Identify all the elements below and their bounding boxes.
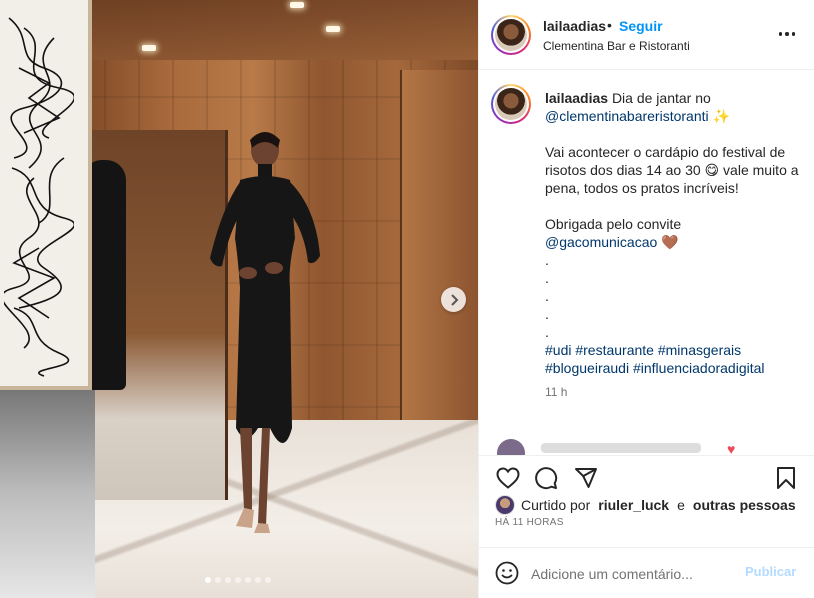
post-time: HÁ 11 HORAS: [495, 517, 564, 528]
post-side-panel: lailaadias • Seguir Clementina Bar e Ris…: [478, 0, 814, 598]
smiley-icon: [495, 561, 519, 584]
carousel-dot: [255, 577, 261, 583]
caption-text: Obrigada pelo convite: [545, 216, 682, 232]
bookmark-icon: [777, 467, 795, 489]
comment-text-placeholder: [541, 443, 701, 453]
share-button[interactable]: [569, 461, 603, 495]
wood-panel: [400, 70, 478, 450]
hashtag-link[interactable]: #minasgerais: [658, 342, 741, 358]
hashtag-link[interactable]: #udi: [545, 342, 571, 358]
emoji-button[interactable]: [493, 560, 521, 588]
author-avatar[interactable]: [491, 15, 531, 55]
commenter-avatar[interactable]: [497, 439, 525, 455]
post-header: lailaadias • Seguir Clementina Bar e Ris…: [479, 0, 814, 70]
caption-dot: .: [545, 270, 549, 286]
comments-area: lailaadias Dia de jantar no @clementinab…: [479, 71, 814, 455]
carousel-next-button[interactable]: [441, 287, 466, 312]
yum-emoji: 😋: [704, 162, 720, 178]
separator-dot: •: [607, 17, 612, 33]
sparkles-emoji: ✨: [712, 108, 730, 124]
more-options-button[interactable]: [775, 24, 799, 44]
comment-icon: [535, 467, 558, 490]
mention-link[interactable]: @clementinabareristoranti: [545, 108, 709, 124]
save-button[interactable]: [769, 461, 803, 495]
likes-others-link[interactable]: outras pessoas: [693, 497, 796, 513]
caption-author-avatar[interactable]: [491, 84, 531, 124]
brown-heart-emoji: 🤎: [661, 234, 679, 250]
hashtag-link[interactable]: #restaurante: [575, 342, 654, 358]
location-link[interactable]: Clementina Bar e Ristoranti: [543, 39, 690, 53]
likes-conj: e: [677, 497, 685, 513]
caption-dot: .: [545, 324, 549, 340]
caption-dot: .: [545, 252, 549, 268]
chevron-right-icon: [450, 293, 458, 306]
liker-username[interactable]: riuler_luck: [598, 497, 669, 513]
ceiling-light: [142, 45, 156, 51]
more-horizontal-icon: [778, 32, 796, 36]
mention-link[interactable]: @gacomunicacao: [545, 234, 657, 250]
post-image[interactable]: [0, 0, 478, 598]
share-icon: [575, 468, 597, 488]
ceiling-light: [326, 26, 340, 32]
caption-time: 11 h: [545, 385, 568, 399]
likes-prefix: Curtido por: [521, 497, 591, 513]
next-comment-peek: ♥: [497, 439, 797, 455]
author-username[interactable]: lailaadias: [543, 18, 606, 34]
wall-artwork: [0, 0, 92, 390]
heart-icon[interactable]: ♥: [727, 441, 735, 455]
pedestal: [0, 390, 95, 598]
carousel-dot: [235, 577, 241, 583]
heart-icon: [496, 467, 520, 489]
carousel-dot: [225, 577, 231, 583]
woman-figure: [210, 132, 320, 533]
like-button[interactable]: [491, 461, 525, 495]
follow-button[interactable]: Seguir: [619, 18, 663, 34]
caption-text: Dia de jantar no: [611, 90, 711, 106]
hashtag-link[interactable]: #influenciadoradigital: [633, 360, 765, 376]
comment-input[interactable]: [531, 562, 741, 586]
hashtag-link[interactable]: #blogueiraudi: [545, 360, 629, 376]
caption: lailaadias Dia de jantar no @clementinab…: [545, 89, 803, 401]
liker-avatar[interactable]: [495, 495, 515, 515]
add-comment-bar: Publicar: [479, 547, 814, 598]
carousel-dot: [245, 577, 251, 583]
comment-button[interactable]: [529, 461, 563, 495]
carousel-dot: [265, 577, 271, 583]
carousel-indicator: [205, 577, 271, 583]
carousel-dot: [215, 577, 221, 583]
carousel-dot: [205, 577, 211, 583]
caption-username[interactable]: lailaadias: [545, 90, 608, 106]
ceiling-light: [290, 2, 304, 8]
likes-summary: Curtido por riuler_luck e outras pessoas: [495, 495, 796, 515]
publish-button[interactable]: Publicar: [745, 564, 796, 579]
caption-dot: .: [545, 306, 549, 322]
caption-dot: .: [545, 288, 549, 304]
action-bar: Curtido por riuler_luck e outras pessoas…: [479, 455, 814, 547]
